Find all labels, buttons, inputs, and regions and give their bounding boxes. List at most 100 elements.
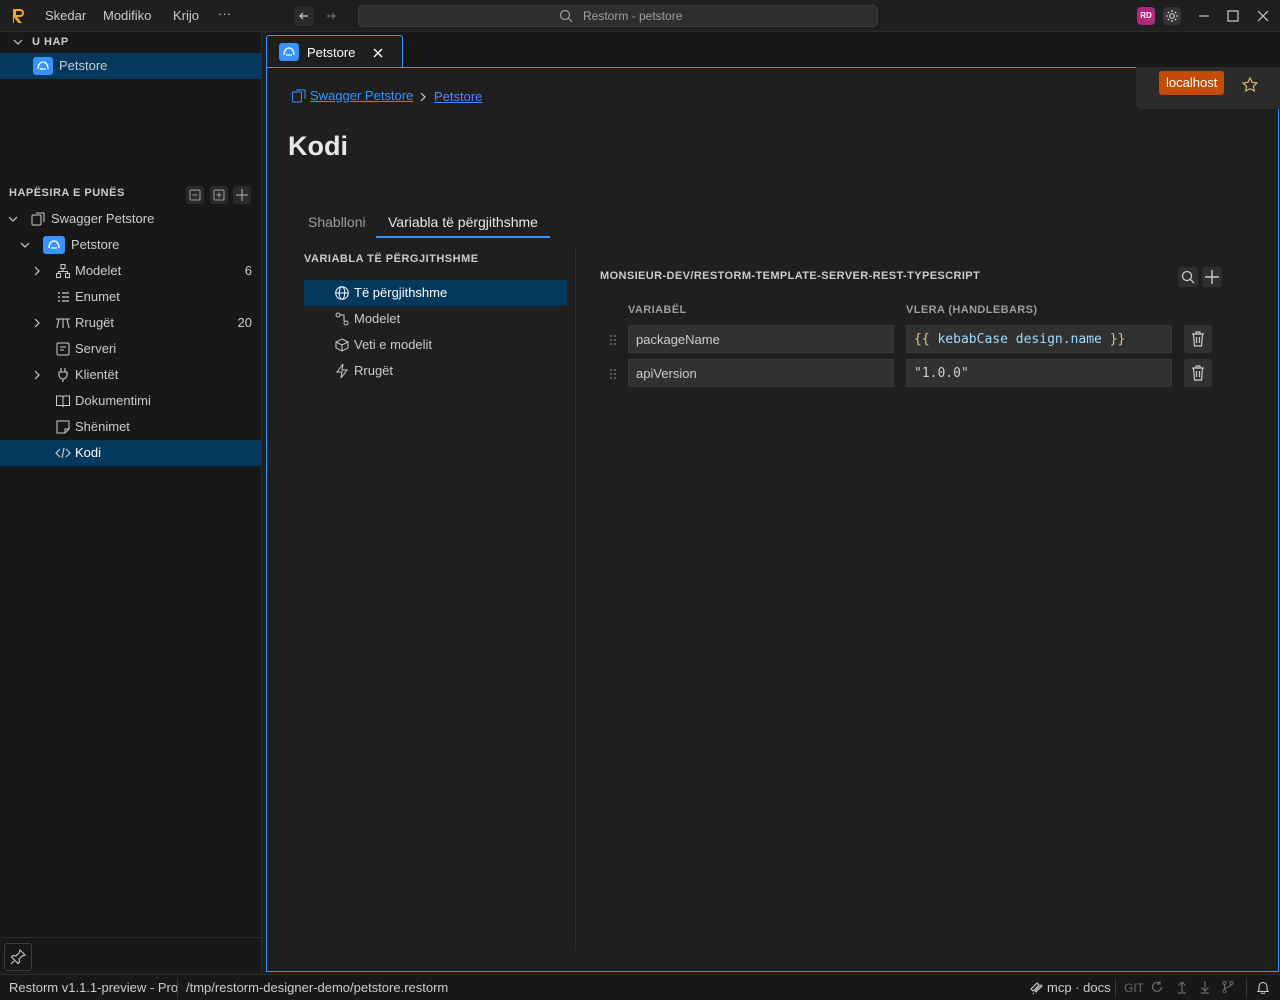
tree-item-documentation[interactable]: Dokumentimi — [0, 388, 261, 414]
settings-button[interactable] — [1163, 7, 1181, 25]
template-name-heading: MONSIEUR-DEV/RESTORM-TEMPLATE-SERVER-RES… — [600, 270, 981, 282]
maximize-button[interactable] — [1225, 8, 1241, 24]
back-button[interactable] — [294, 6, 314, 26]
variable-value-input[interactable]: {{ kebabCase design.name }} — [906, 325, 1172, 353]
collapse-all-button[interactable] — [186, 186, 204, 204]
command-search[interactable]: Restorm - petstore — [358, 5, 878, 27]
tree-item-models[interactable]: Modelet 6 — [0, 258, 261, 284]
note-icon — [56, 420, 70, 434]
pull-icon[interactable] — [1198, 980, 1212, 994]
chevron-down-icon — [20, 242, 30, 248]
expand-icon — [213, 189, 225, 201]
star-icon[interactable] — [1241, 76, 1259, 94]
avatar[interactable]: RD — [1137, 7, 1155, 25]
scope-item-models[interactable]: Modelet — [304, 306, 567, 332]
divider — [0, 937, 261, 938]
open-item-petstore[interactable]: Petstore — [0, 53, 261, 79]
mcp-docs-status[interactable]: mcp · docs — [1047, 980, 1111, 995]
scope-item-label: Të përgjithshme — [354, 285, 448, 300]
scope-item-label: Modelet — [354, 311, 401, 326]
add-button[interactable] — [233, 186, 251, 204]
tab-petstore[interactable]: Petstore — [266, 35, 403, 68]
editor-area — [266, 67, 1279, 972]
menu-file[interactable]: Skedar — [45, 8, 86, 23]
file-path[interactable]: /tmp/restorm-designer-demo/petstore.rest… — [186, 980, 448, 995]
breadcrumb-root[interactable]: Swagger Petstore — [310, 88, 413, 103]
menu-edit[interactable]: Modifiko — [103, 8, 151, 23]
tree-item-enums[interactable]: Enumet — [0, 284, 261, 310]
petstore-design-icon — [33, 57, 53, 75]
open-section-heading[interactable]: U HAP — [32, 36, 69, 48]
scope-item-general[interactable]: Të përgjithshme — [304, 280, 567, 306]
drag-handle-icon[interactable] — [609, 334, 617, 346]
scope-item-routes[interactable]: Rrugët — [304, 358, 567, 384]
open-item-label: Petstore — [59, 58, 108, 73]
tree-item-routes[interactable]: Rrugët 20 — [0, 310, 261, 336]
git-label: GIT — [1124, 981, 1144, 995]
plus-icon — [1205, 270, 1219, 284]
variable-value-input[interactable]: "1.0.0" — [906, 359, 1172, 387]
forward-button[interactable] — [321, 6, 341, 26]
divider — [1115, 979, 1116, 997]
panel-divider — [575, 248, 576, 950]
tab-template[interactable]: Shablloni — [308, 214, 366, 230]
handlebars-open: {{ — [914, 332, 930, 347]
minimize-button[interactable] — [1196, 8, 1212, 24]
pin-button[interactable] — [4, 943, 32, 971]
tab-global-variables[interactable]: Variabla të përgjithshme — [388, 214, 538, 230]
pin-icon — [10, 948, 27, 965]
menu-more[interactable]: ··· — [218, 6, 231, 21]
tree-item-label: Swagger Petstore — [51, 211, 155, 226]
bell-icon[interactable] — [1256, 980, 1270, 994]
variables-scope-heading: VARIABLA TË PËRGJITHSHME — [304, 253, 479, 265]
environment-panel: localhost — [1136, 67, 1280, 109]
project-icon — [31, 212, 45, 226]
enum-icon — [58, 292, 69, 302]
chevron-right-icon — [34, 318, 40, 328]
tree-item-notes[interactable]: Shënimet — [0, 414, 261, 440]
push-icon[interactable] — [1175, 980, 1189, 994]
active-tab-indicator — [376, 236, 550, 238]
menu-create[interactable]: Krijo — [173, 8, 199, 23]
variable-name-input[interactable]: apiVersion — [628, 359, 894, 387]
trash-icon — [1192, 331, 1204, 347]
environment-badge[interactable]: localhost — [1159, 71, 1225, 95]
gear-icon — [1166, 10, 1178, 22]
page-title: Kodi — [288, 131, 348, 161]
tree-item-petstore[interactable]: Petstore — [0, 232, 261, 258]
branch-icon[interactable] — [1221, 980, 1235, 994]
tree-item-swagger-petstore[interactable]: Swagger Petstore — [0, 206, 261, 232]
drag-handle-icon[interactable] — [609, 368, 617, 380]
tab-label: Petstore — [307, 45, 356, 60]
chevron-down-icon[interactable] — [12, 36, 24, 48]
add-variable-button[interactable] — [1202, 267, 1222, 287]
delete-variable-button[interactable] — [1184, 325, 1212, 353]
routes-icon — [56, 318, 70, 329]
tree-item-label: Petstore — [71, 237, 120, 252]
refresh-icon[interactable] — [1150, 980, 1164, 994]
tree-item-label: Serveri — [75, 341, 117, 356]
tree-item-server[interactable]: Serveri — [0, 336, 261, 362]
globe-icon — [335, 286, 349, 300]
tree-item-label: Kodi — [75, 445, 102, 460]
trash-icon — [1192, 365, 1204, 381]
breadcrumb-current[interactable]: Petstore — [434, 89, 482, 104]
close-window-button[interactable] — [1255, 8, 1271, 24]
new-folder-button[interactable] — [210, 186, 228, 204]
mcp-icon — [1030, 982, 1043, 995]
editor-tab-bar: Petstore — [266, 32, 1280, 68]
search-variables-button[interactable] — [1178, 267, 1198, 287]
app-version[interactable]: Restorm v1.1.1-preview - Pro — [9, 980, 178, 995]
book-icon — [56, 395, 70, 408]
close-tab-icon[interactable] — [372, 47, 384, 59]
plus-icon — [236, 189, 248, 201]
delete-variable-button[interactable] — [1184, 359, 1212, 387]
variable-name-input[interactable]: packageName — [628, 325, 894, 353]
petstore-design-icon — [43, 236, 65, 254]
workspace-section-heading: HAPËSIRA E PUNËS — [9, 187, 125, 199]
tree-item-code[interactable]: Kodi — [0, 440, 261, 466]
scope-item-model-property[interactable]: Veti e modelit — [304, 332, 567, 358]
search-icon — [559, 9, 573, 23]
tree-item-clients[interactable]: Klientët — [0, 362, 261, 388]
title-bar: Skedar Modifiko Krijo ··· Restorm - pets… — [0, 0, 1280, 32]
